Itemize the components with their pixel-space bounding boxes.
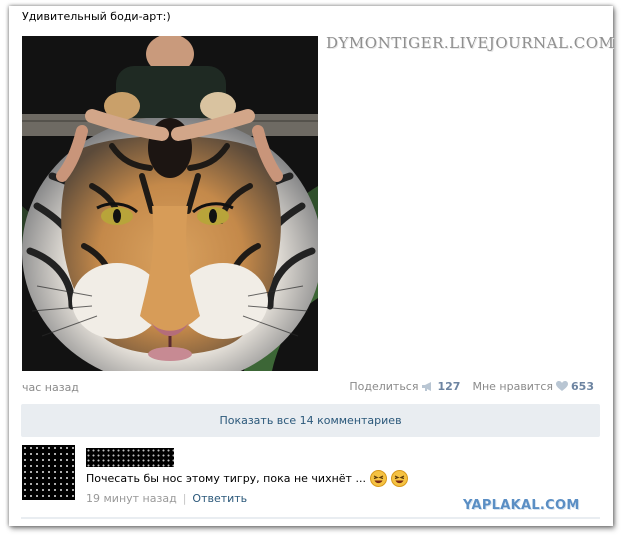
share-label: Поделиться	[349, 380, 419, 393]
like-count: 653	[571, 380, 594, 393]
comment-time[interactable]: 19 минут назад	[86, 492, 177, 505]
share-count: 127	[437, 380, 461, 393]
comment-meta: 19 минут назад | Ответить	[86, 492, 247, 505]
comment-text: Почесать бы нос этому тигру, пока не чих…	[86, 472, 366, 485]
megaphone-icon	[421, 381, 434, 392]
heart-icon	[556, 381, 569, 392]
show-all-comments-button[interactable]: Показать все 14 комментариев	[21, 404, 600, 437]
meta-separator: |	[182, 492, 187, 505]
commenter-avatar[interactable]	[22, 445, 75, 500]
share-button[interactable]: Поделиться 127	[349, 380, 460, 393]
post-actions: Поделиться 127 Мне нравится 653	[349, 380, 594, 393]
post-photo[interactable]	[22, 36, 318, 371]
like-button[interactable]: Мне нравится 653	[472, 380, 594, 393]
laughing-emoji-icon	[369, 470, 387, 487]
next-item-divider	[21, 517, 600, 519]
body-art-tiger-image	[22, 36, 318, 371]
post-text: Удивительный боди-арт:)	[22, 10, 171, 23]
laughing-emoji-icon	[390, 470, 408, 487]
commenter-name-redacted[interactable]	[86, 448, 174, 467]
watermark-livejournal: DYMONTIGER.LIVEJOURNAL.COM	[326, 34, 615, 52]
like-label: Мне нравится	[472, 380, 554, 393]
comment: Почесать бы нос этому тигру, пока не чих…	[86, 470, 408, 487]
reply-link[interactable]: Ответить	[192, 492, 247, 505]
post-time[interactable]: час назад	[22, 381, 79, 394]
watermark-yaplakal: YAPLAKAL.COM	[463, 498, 580, 513]
